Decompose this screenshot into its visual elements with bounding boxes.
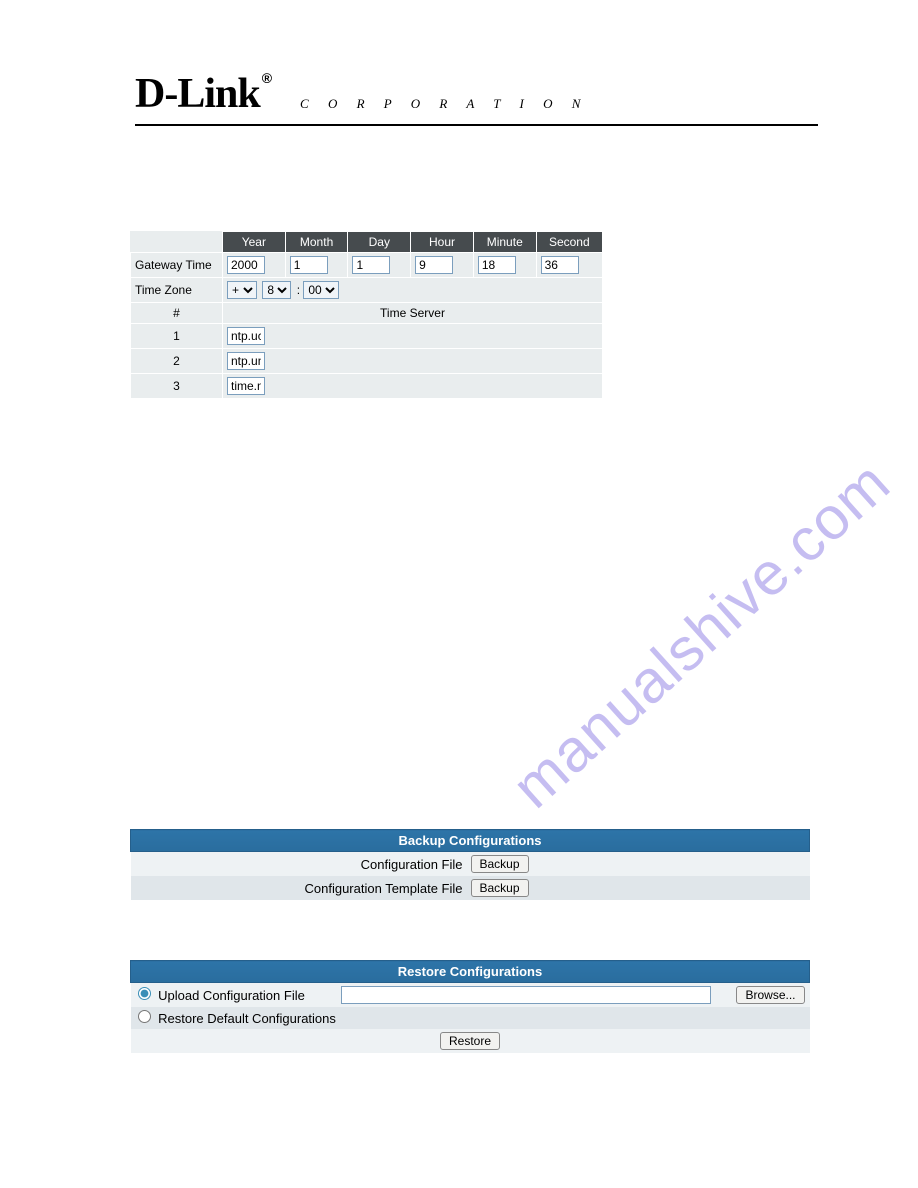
- backup-row-2-label: Configuration Template File: [131, 876, 466, 900]
- col-year: Year: [223, 232, 286, 253]
- restore-title: Restore Configurations: [131, 961, 810, 983]
- col-minute: Minute: [473, 232, 536, 253]
- server-row-2-idx: 2: [131, 349, 223, 374]
- col-month: Month: [285, 232, 348, 253]
- brand-logo: D-Link®: [135, 70, 272, 118]
- corporation-label: C O R P O R A T I O N: [300, 96, 588, 112]
- server-row-3-idx: 3: [131, 374, 223, 399]
- upload-config-label: Upload Configuration File: [158, 988, 305, 1003]
- upload-config-radio[interactable]: [138, 987, 151, 1000]
- backup-template-button[interactable]: Backup: [471, 879, 529, 897]
- gateway-time-label: Gateway Time: [131, 253, 223, 278]
- registered-icon: ®: [262, 70, 272, 86]
- server-row-1-idx: 1: [131, 324, 223, 349]
- restore-default-radio[interactable]: [138, 1010, 151, 1023]
- backup-row-1-label: Configuration File: [131, 852, 466, 877]
- tz-min-select[interactable]: 00: [303, 281, 339, 299]
- restore-config-panel: Restore Configurations Upload Configurat…: [130, 960, 810, 1053]
- tz-sign-select[interactable]: +: [227, 281, 257, 299]
- server-index-header: #: [131, 303, 223, 324]
- restore-default-label: Restore Default Configurations: [158, 1011, 336, 1026]
- restore-button[interactable]: Restore: [440, 1032, 500, 1050]
- minute-input[interactable]: [478, 256, 516, 274]
- col-hour: Hour: [411, 232, 474, 253]
- day-input[interactable]: [352, 256, 390, 274]
- backup-title: Backup Configurations: [131, 830, 810, 852]
- col-second: Second: [536, 232, 602, 253]
- month-input[interactable]: [290, 256, 328, 274]
- backup-config-button[interactable]: Backup: [471, 855, 529, 873]
- browse-button[interactable]: Browse...: [736, 986, 804, 1004]
- colon-label: :: [297, 283, 300, 297]
- header: D-Link® C O R P O R A T I O N: [135, 70, 818, 126]
- tz-hour-select[interactable]: 8: [262, 281, 291, 299]
- time-server-2-input[interactable]: [227, 352, 265, 370]
- upload-path-input[interactable]: [341, 986, 711, 1004]
- hour-input[interactable]: [415, 256, 453, 274]
- time-zone-label: Time Zone: [131, 278, 223, 303]
- year-input[interactable]: [227, 256, 265, 274]
- time-server-header: Time Server: [223, 303, 603, 324]
- time-server-3-input[interactable]: [227, 377, 265, 395]
- col-day: Day: [348, 232, 411, 253]
- ntp-time-table: Year Month Day Hour Minute Second Gatewa…: [130, 231, 603, 399]
- time-server-1-input[interactable]: [227, 327, 265, 345]
- logo-text: D-Link: [135, 71, 260, 117]
- second-input[interactable]: [541, 256, 579, 274]
- backup-config-panel: Backup Configurations Configuration File…: [130, 829, 810, 900]
